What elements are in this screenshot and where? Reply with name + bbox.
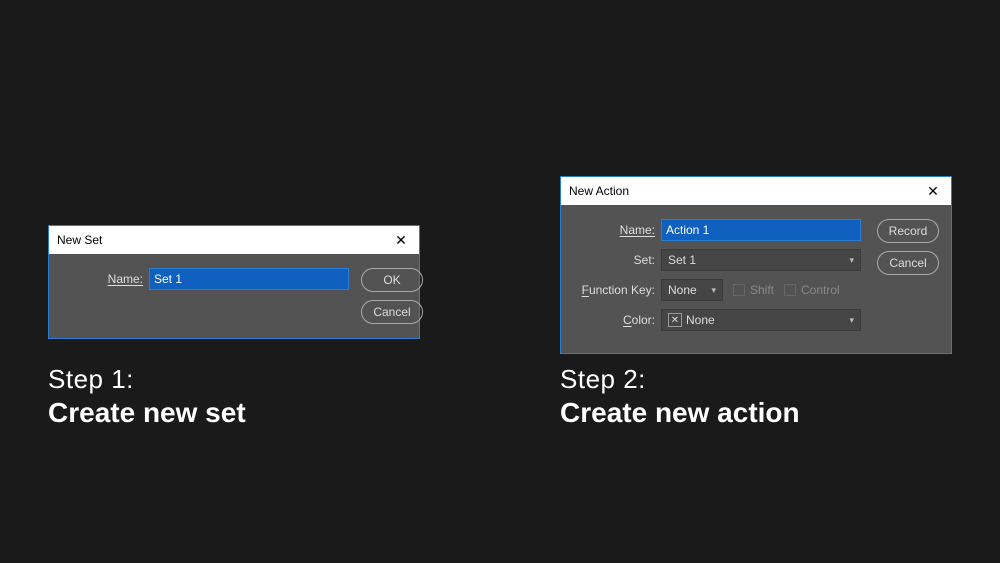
checkbox-box-icon — [784, 284, 796, 296]
ok-button[interactable]: OK — [361, 268, 423, 292]
control-label: Control — [801, 283, 840, 297]
function-key-select[interactable]: None ▾ — [661, 279, 723, 301]
chevron-down-icon: ▾ — [849, 315, 854, 326]
name-label: Name: — [61, 272, 149, 286]
function-key-label: Function Key: — [573, 283, 661, 297]
name-label: Name: — [573, 223, 661, 237]
color-select[interactable]: ✕ None ▾ — [661, 309, 861, 331]
new-set-dialog: New Set ✕ Name: OK Cancel — [48, 225, 420, 339]
dialog-title: New Set — [57, 233, 102, 247]
set-label: Set: — [573, 253, 661, 267]
close-icon[interactable]: ✕ — [923, 183, 943, 200]
shift-label: Shift — [750, 283, 774, 297]
step2-title: Create new action — [560, 397, 800, 429]
chevron-down-icon: ▾ — [711, 285, 716, 296]
shift-checkbox[interactable]: Shift — [733, 283, 774, 297]
function-key-value: None — [668, 283, 697, 297]
titlebar[interactable]: New Action ✕ — [561, 177, 951, 205]
dialog-title: New Action — [569, 184, 629, 198]
cancel-button[interactable]: Cancel — [877, 251, 939, 275]
color-label: Color: — [573, 313, 661, 327]
color-value: None — [686, 313, 715, 327]
name-input[interactable] — [661, 219, 861, 241]
record-button[interactable]: Record — [877, 219, 939, 243]
step2-number: Step 2: — [560, 364, 800, 395]
step1-title: Create new set — [48, 397, 246, 429]
titlebar[interactable]: New Set ✕ — [49, 226, 419, 254]
cancel-button[interactable]: Cancel — [361, 300, 423, 324]
new-action-dialog: New Action ✕ Name: Set: Set 1 ▾ Function… — [560, 176, 952, 354]
set-select[interactable]: Set 1 ▾ — [661, 249, 861, 271]
step1-number: Step 1: — [48, 364, 246, 395]
close-icon[interactable]: ✕ — [391, 232, 411, 249]
control-checkbox[interactable]: Control — [784, 283, 840, 297]
checkbox-box-icon — [733, 284, 745, 296]
none-swatch-icon: ✕ — [668, 313, 682, 327]
set-value: Set 1 — [668, 253, 696, 267]
name-input[interactable] — [149, 268, 349, 290]
chevron-down-icon: ▾ — [849, 255, 854, 266]
step2-caption: Step 2: Create new action — [560, 364, 800, 429]
step1-caption: Step 1: Create new set — [48, 364, 246, 429]
